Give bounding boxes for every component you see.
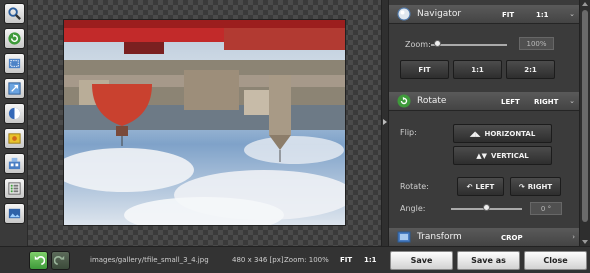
rotate-section-icon (397, 94, 411, 108)
flip-horizontal-button[interactable]: ◢◣ HORIZONTAL (453, 124, 552, 143)
bottom-bar: images/gallery/tfile_small_3_4.jpg 480 x… (0, 246, 590, 273)
scroll-down-arrow-icon[interactable] (582, 240, 588, 244)
zoom-icon (8, 7, 21, 20)
angle-label: Angle: (400, 204, 426, 213)
crop-header-button[interactable]: CROP (501, 234, 523, 242)
file-path: images/gallery/tfile_small_3_4.jpg (90, 256, 209, 264)
transform-title: Transform (417, 232, 462, 242)
redo-icon (54, 255, 65, 266)
zoom-status: Zoom: 100% (284, 256, 329, 264)
list-tool-button[interactable] (4, 178, 25, 199)
rotate-left-icon: ↶ (466, 182, 473, 191)
rotate-header[interactable]: Rotate LEFT RIGHT ⌄ (389, 92, 579, 111)
redo-button[interactable] (51, 251, 70, 270)
close-button[interactable]: Close (524, 251, 587, 270)
rotate-tool-button[interactable] (4, 28, 25, 49)
flip-label: Flip: (400, 128, 417, 137)
navigator-icon (397, 7, 411, 21)
resize-tool-button[interactable] (4, 78, 25, 99)
left-toolbar (0, 0, 28, 246)
navigator-title: Navigator (417, 9, 462, 19)
rotate-label: Rotate: (400, 182, 429, 191)
transform-header[interactable]: Transform CROP › (389, 228, 579, 247)
resize-icon (8, 82, 21, 95)
image-canvas[interactable] (28, 0, 381, 246)
frame-tool-button[interactable] (4, 203, 25, 224)
image-dimensions: 480 x 346 [px] (232, 256, 284, 264)
rotate-left-header-button[interactable]: LEFT (501, 98, 520, 106)
navigator-one-to-one-button[interactable]: 1:1 (536, 11, 549, 19)
rotate-icon (8, 32, 21, 45)
rotate-left-label: LEFT (475, 182, 495, 191)
undo-button[interactable] (29, 251, 48, 270)
transform-icon (397, 231, 411, 243)
collapse-arrow-icon[interactable] (383, 119, 387, 125)
scrollbar-thumb[interactable] (582, 10, 588, 222)
frame-icon (8, 208, 21, 219)
nav-two-to-one-button[interactable]: 2:1 (506, 60, 555, 79)
panel-divider[interactable] (381, 0, 389, 246)
crop-icon (8, 58, 21, 69)
save-as-button[interactable]: Save as (457, 251, 520, 270)
rotate-left-button[interactable]: ↶ LEFT (457, 177, 504, 196)
navigator-header[interactable]: Navigator FIT 1:1 ⌄ (389, 5, 579, 24)
zoom-tool-button[interactable] (4, 3, 25, 24)
chevron-down-icon[interactable]: ⌄ (569, 97, 575, 105)
undo-icon (34, 255, 45, 266)
navigator-fit-button[interactable]: FIT (502, 11, 514, 19)
layers-tool-button[interactable] (4, 153, 25, 174)
chevron-down-icon[interactable]: ⌄ (569, 10, 575, 18)
angle-slider-thumb[interactable] (483, 204, 490, 211)
flip-vertical-label: VERTICAL (491, 151, 529, 160)
chevron-right-icon[interactable]: › (572, 233, 575, 241)
rotate-right-label: RIGHT (527, 182, 553, 191)
flip-horizontal-icon: ◢◣ (469, 129, 481, 138)
effects-icon (8, 133, 21, 144)
photo-image (64, 20, 345, 225)
layers-icon (8, 157, 21, 170)
angle-value-field[interactable]: 0 ° (530, 202, 562, 215)
save-button[interactable]: Save (390, 251, 453, 270)
flip-horizontal-label: HORIZONTAL (484, 129, 536, 138)
nav-fit-button[interactable]: FIT (400, 60, 449, 79)
flip-vertical-icon: ▲▼ (476, 151, 488, 160)
zoom-slider-track[interactable] (431, 44, 507, 46)
adjust-icon (8, 107, 21, 120)
crop-tool-button[interactable] (4, 53, 25, 74)
image-preview[interactable] (63, 19, 346, 226)
status-one-to-one-button[interactable]: 1:1 (364, 256, 377, 264)
panel-scrollbar[interactable] (579, 0, 590, 246)
scroll-up-arrow-icon[interactable] (582, 2, 588, 6)
rotate-right-header-button[interactable]: RIGHT (534, 98, 558, 106)
zoom-label: Zoom: (405, 40, 431, 49)
effects-tool-button[interactable] (4, 128, 25, 149)
zoom-value-field[interactable]: 100% (519, 37, 554, 50)
rotate-right-icon: ↷ (518, 182, 525, 191)
nav-one-to-one-button[interactable]: 1:1 (453, 60, 502, 79)
right-panel: Navigator FIT 1:1 ⌄ Zoom: 100% FIT 1:1 2… (389, 0, 590, 247)
list-icon (8, 182, 21, 195)
zoom-slider-thumb[interactable] (433, 40, 441, 47)
rotate-title: Rotate (417, 96, 447, 106)
status-fit-button[interactable]: FIT (340, 256, 352, 264)
adjust-tool-button[interactable] (4, 103, 25, 124)
flip-vertical-button[interactable]: ▲▼ VERTICAL (453, 146, 552, 165)
rotate-right-button[interactable]: ↷ RIGHT (510, 177, 561, 196)
